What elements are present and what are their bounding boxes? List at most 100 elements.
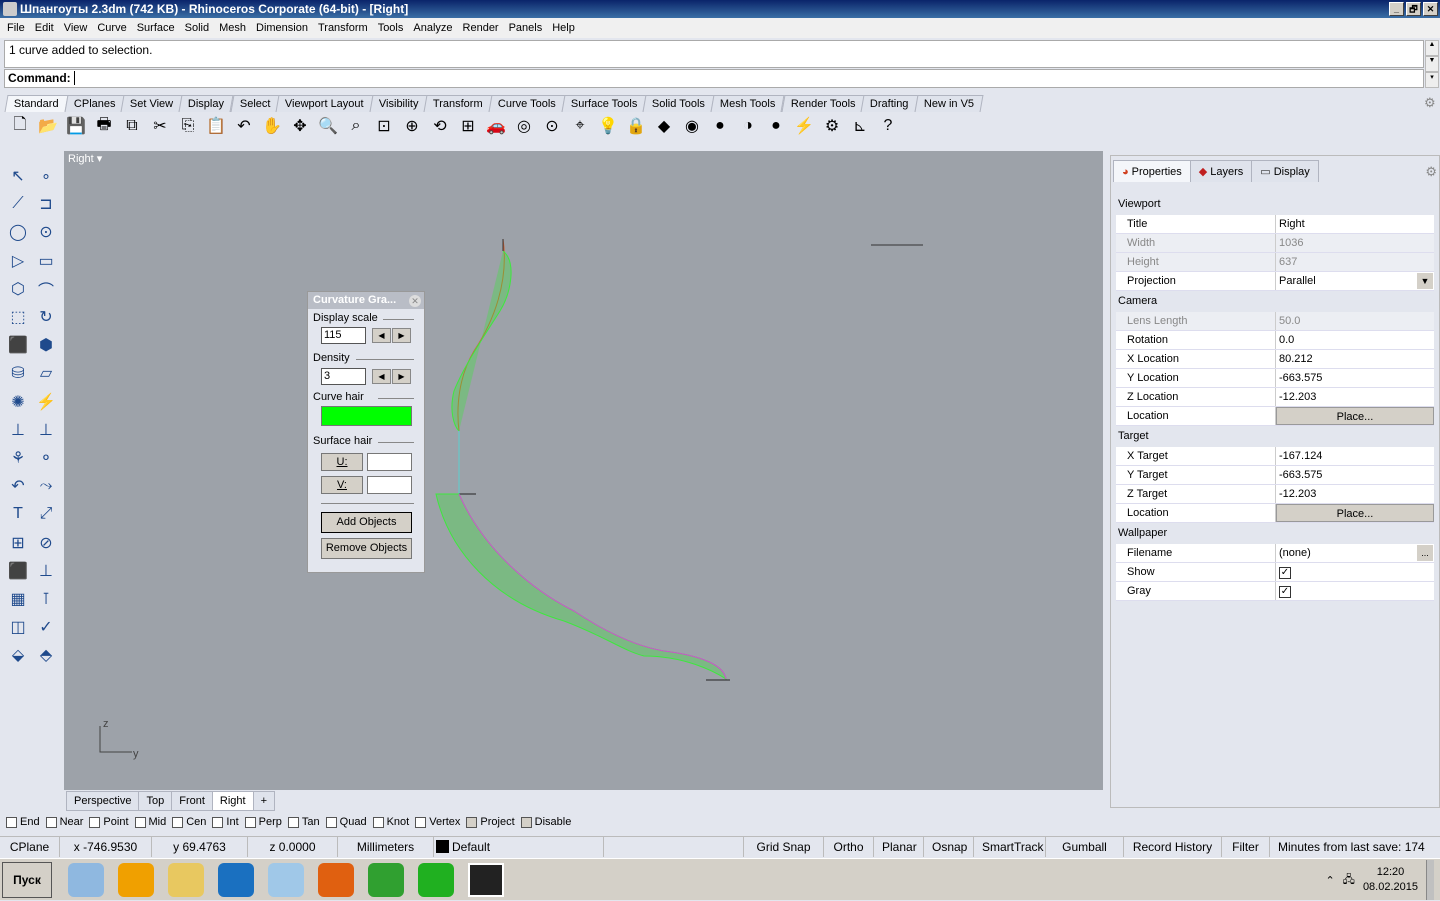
tab-standard[interactable]: Standard [4, 95, 69, 112]
clock[interactable]: 12:20 08.02.2015 [1363, 865, 1418, 895]
property-value-projection[interactable]: Parallel ▼ [1276, 272, 1434, 290]
left-tool-29-icon[interactable]: ⊥ [32, 557, 60, 585]
status-filter[interactable]: Filter [1222, 837, 1270, 857]
mail-agent-icon[interactable] [218, 863, 254, 897]
tab-render-tools[interactable]: Render Tools [781, 95, 865, 112]
zoom-selected-icon[interactable]: ⊕ [400, 114, 424, 138]
tab-drafting[interactable]: Drafting [860, 95, 919, 112]
tab-solid-tools[interactable]: Solid Tools [642, 95, 715, 112]
scroll-up-icon[interactable]: ▲ [1425, 40, 1439, 56]
rotate-view-icon[interactable]: ⟲ [428, 114, 452, 138]
color-wheel-icon[interactable]: ◉ [680, 114, 704, 138]
tab-set-view[interactable]: Set View [120, 95, 183, 112]
menu-analyze[interactable]: Analyze [408, 18, 457, 38]
property-value-rotation[interactable]: 0.0 [1276, 331, 1434, 349]
gray-checkbox[interactable]: ✓ [1279, 586, 1291, 598]
zoom-window-icon[interactable]: ⌕ [344, 114, 368, 138]
viewport-tab-top[interactable]: Top [138, 791, 173, 811]
left-tool-12-icon[interactable]: ⬛ [4, 331, 32, 359]
status-millimeters[interactable]: Millimeters [338, 837, 434, 857]
osnap-perp[interactable]: Perp [244, 816, 282, 828]
viewport-right[interactable]: z y [64, 151, 1103, 790]
left-tool-14-icon[interactable]: ⛁ [4, 359, 32, 387]
left-tool-1-icon[interactable]: ∘ [32, 162, 60, 190]
expand-icon[interactable]: ▾ [1425, 72, 1439, 88]
copy-icon[interactable]: ⎘ [176, 114, 200, 138]
status-x-746-9530[interactable]: x -746.9530 [60, 837, 152, 857]
osnap-mid[interactable]: Mid [134, 816, 166, 828]
curve-hair-color-button[interactable] [321, 406, 412, 426]
v-button[interactable]: V: [321, 476, 363, 494]
property-value-z-location[interactable]: -12.203 [1276, 388, 1434, 406]
tab-new-in-v5[interactable]: New in V5 [914, 95, 984, 112]
dropdown-arrow-icon[interactable]: ▼ [1417, 273, 1433, 289]
restore-button[interactable]: 🗗 [1406, 2, 1421, 16]
left-tool-21-icon[interactable]: ⚬ [32, 444, 60, 472]
notepad-icon[interactable] [268, 863, 304, 897]
menu-help[interactable]: Help [547, 18, 580, 38]
rhino-icon[interactable] [468, 863, 504, 897]
property-value-filename[interactable]: (none)... [1276, 544, 1434, 562]
checkbox[interactable] [466, 816, 478, 828]
checkbox[interactable] [89, 816, 101, 828]
left-tool-16-icon[interactable]: ✺ [4, 388, 32, 416]
icq-icon[interactable] [418, 863, 454, 897]
place-button[interactable]: Place... [1276, 504, 1434, 522]
save-icon[interactable]: 💾 [64, 114, 88, 138]
osnap-cen[interactable]: Cen [172, 816, 206, 828]
remove-objects-button[interactable]: Remove Objects [321, 538, 412, 559]
tab-curve-tools[interactable]: Curve Tools [488, 95, 566, 112]
menu-curve[interactable]: Curve [92, 18, 131, 38]
status-z-0-0000[interactable]: z 0.0000 [248, 837, 338, 857]
menu-solid[interactable]: Solid [180, 18, 214, 38]
status-default[interactable]: Default [434, 837, 604, 857]
menu-panels[interactable]: Panels [504, 18, 548, 38]
osnap-tan[interactable]: Tan [287, 816, 320, 828]
tab-visibility[interactable]: Visibility [369, 95, 428, 112]
left-tool-5-icon[interactable]: ⊙ [32, 218, 60, 246]
checkbox[interactable] [244, 816, 256, 828]
left-tool-19-icon[interactable]: ⊥ [32, 416, 60, 444]
status-cplane[interactable]: CPlane [0, 837, 60, 857]
left-tool-28-icon[interactable]: ⬛ [4, 557, 32, 585]
status-osnap[interactable]: Osnap [924, 837, 974, 857]
status-ortho[interactable]: Ortho [824, 837, 874, 857]
osnap-disable[interactable]: Disable [520, 816, 571, 828]
left-tool-23-icon[interactable]: ⤳ [32, 472, 60, 500]
dimension-icon[interactable]: ⊾ [848, 114, 872, 138]
scale-increase-button[interactable]: ▶ [392, 328, 411, 343]
open-icon[interactable]: 📂 [36, 114, 60, 138]
status-item[interactable] [604, 837, 744, 857]
density-increase-button[interactable]: ▶ [392, 369, 411, 384]
left-tool-20-icon[interactable]: ⚘ [4, 444, 32, 472]
density-decrease-button[interactable]: ◀ [372, 369, 391, 384]
osnap-point[interactable]: Point [89, 816, 129, 828]
left-tool-10-icon[interactable]: ⬚ [4, 303, 32, 331]
property-value-z-target[interactable]: -12.203 [1276, 485, 1434, 503]
tab-display[interactable]: Display [178, 95, 235, 112]
property-value-y-target[interactable]: -663.575 [1276, 466, 1434, 484]
scroll-down-icon[interactable]: ▼ [1425, 56, 1439, 72]
left-tool-32-icon[interactable]: ◫ [4, 613, 32, 641]
display-scale-input[interactable]: 115 [321, 327, 366, 344]
checkbox[interactable] [520, 816, 532, 828]
checkbox[interactable] [372, 816, 384, 828]
layer-icon[interactable]: ◆ [652, 114, 676, 138]
curvature-graph-title[interactable]: Curvature Gra... [308, 292, 424, 309]
left-tool-31-icon[interactable]: ⊺ [32, 585, 60, 613]
calculator-icon[interactable] [68, 863, 104, 897]
u-button[interactable]: U: [321, 453, 363, 471]
checkbox[interactable] [45, 816, 57, 828]
panel-tab-properties[interactable]: ◕ Properties [1113, 160, 1191, 182]
network-icon[interactable]: 🖧 [1343, 871, 1355, 890]
menu-view[interactable]: View [59, 18, 93, 38]
options-icon[interactable]: ⚙ [820, 114, 844, 138]
menu-dimension[interactable]: Dimension [251, 18, 313, 38]
left-tool-25-icon[interactable]: ⤢ [32, 500, 60, 528]
close-icon[interactable]: ✕ [409, 295, 421, 307]
close-button[interactable]: ✕ [1423, 2, 1438, 16]
undo-icon[interactable]: ↶ [232, 114, 256, 138]
u-color-swatch[interactable] [367, 453, 412, 471]
panel-tab-display[interactable]: ▭ Display [1251, 160, 1319, 182]
osnap-int[interactable]: Int [212, 816, 239, 828]
